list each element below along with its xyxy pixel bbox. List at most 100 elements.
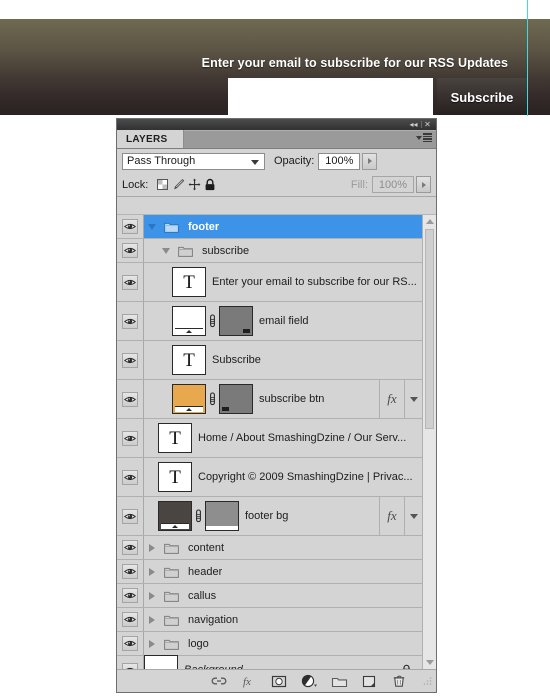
layer-row-body[interactable]: logo — [144, 632, 422, 655]
layer-row-body[interactable]: footer — [144, 215, 422, 238]
chevron-right-icon[interactable] — [144, 543, 160, 552]
layer-thumbnail[interactable]: T — [158, 462, 192, 492]
layer-thumbnail[interactable] — [144, 655, 178, 669]
new-group-icon[interactable] — [330, 672, 348, 690]
layer-visibility-toggle[interactable] — [117, 458, 144, 496]
add-layer-style-icon[interactable]: fx — [240, 672, 258, 690]
panel-titlebar: ◂◂ ✕ — [117, 119, 436, 130]
layer-visibility-toggle[interactable] — [117, 215, 144, 238]
layer-row[interactable]: subscribe — [117, 239, 422, 263]
new-adjustment-layer-icon[interactable] — [300, 672, 318, 690]
layer-thumbnail[interactable]: T — [172, 267, 206, 297]
new-layer-icon[interactable] — [360, 672, 378, 690]
layer-thumbnail[interactable]: T — [158, 423, 192, 453]
layer-visibility-toggle[interactable] — [117, 419, 144, 457]
link-layers-icon[interactable] — [210, 672, 228, 690]
layer-thumbnail[interactable] — [158, 501, 192, 531]
layer-row[interactable]: T Enter your email to subscribe for our … — [117, 263, 422, 302]
layer-row[interactable]: T Home / About SmashingDzine / Our Serv.… — [117, 419, 422, 458]
chevron-down-icon[interactable] — [158, 247, 174, 254]
layer-row-body[interactable]: T Home / About SmashingDzine / Our Serv.… — [144, 419, 422, 457]
layer-thumbnail[interactable] — [172, 306, 206, 336]
chevron-down-icon[interactable] — [404, 497, 422, 535]
opacity-input[interactable]: 100% — [318, 152, 361, 170]
chevron-down-icon — [251, 159, 259, 165]
layer-row[interactable]: header — [117, 560, 422, 584]
layer-mask-thumbnail[interactable] — [205, 501, 239, 531]
email-input[interactable] — [228, 78, 433, 115]
subscribe-button[interactable]: Subscribe — [437, 78, 527, 115]
panel-menu-icon[interactable] — [416, 133, 432, 142]
layer-row-body[interactable]: footer bg fx — [144, 497, 422, 535]
layer-visibility-toggle[interactable] — [117, 608, 144, 631]
layer-visibility-toggle[interactable] — [117, 341, 144, 379]
layer-row-body[interactable]: T Subscribe — [144, 341, 422, 379]
delete-layer-icon[interactable] — [390, 672, 408, 690]
blend-mode-select[interactable]: Pass Through — [122, 152, 265, 170]
layer-row-body[interactable]: email field — [144, 302, 422, 340]
chevron-right-icon[interactable] — [144, 591, 160, 600]
scrollbar-thumb[interactable] — [425, 229, 434, 429]
fill-input[interactable]: 100% — [372, 176, 414, 193]
layer-visibility-toggle[interactable] — [117, 497, 144, 535]
layer-thumbnail[interactable] — [172, 384, 206, 414]
layer-row[interactable]: footer bg fx — [117, 497, 422, 536]
panel-resize-grip[interactable] — [422, 676, 432, 686]
layer-mask-thumbnail[interactable] — [219, 384, 253, 414]
add-layer-mask-icon[interactable] — [270, 672, 288, 690]
tab-layers[interactable]: LAYERS — [117, 130, 184, 148]
layer-thumbnail[interactable]: T — [172, 345, 206, 375]
layer-list[interactable]: footer subscribe T Enter your email to s… — [117, 214, 422, 669]
layer-visibility-toggle[interactable] — [117, 656, 144, 669]
layer-row-body[interactable]: T Enter your email to subscribe for our … — [144, 263, 422, 301]
chevron-right-icon[interactable] — [144, 615, 160, 624]
layer-row[interactable]: logo — [117, 632, 422, 656]
layer-visibility-toggle[interactable] — [117, 560, 144, 583]
layer-row[interactable]: T Copyright © 2009 SmashingDzine | Priva… — [117, 458, 422, 497]
layer-row[interactable]: email field — [117, 302, 422, 341]
layer-row-body[interactable]: Background — [144, 655, 422, 669]
chevron-down-icon[interactable] — [144, 223, 160, 230]
layer-row[interactable]: subscribe btn fx — [117, 380, 422, 419]
layer-row-body[interactable]: subscribe btn fx — [144, 380, 422, 418]
layer-row[interactable]: navigation — [117, 608, 422, 632]
layer-row-body[interactable]: callus — [144, 584, 422, 607]
layer-visibility-toggle[interactable] — [117, 302, 144, 340]
layer-effects-indicator[interactable]: fx — [379, 380, 422, 418]
layer-row-body[interactable]: content — [144, 536, 422, 559]
scroll-up-arrow[interactable] — [423, 215, 436, 228]
collapse-to-icons-icon[interactable]: ◂◂ — [407, 119, 420, 130]
lock-transparent-pixels-icon[interactable] — [154, 177, 170, 192]
layer-visibility-toggle[interactable] — [117, 380, 144, 418]
layer-visibility-toggle[interactable] — [117, 584, 144, 607]
opacity-stepper[interactable] — [362, 152, 378, 170]
layer-visibility-toggle[interactable] — [117, 536, 144, 559]
layer-mask-thumbnail[interactable] — [219, 306, 253, 336]
chevron-right-icon[interactable] — [144, 567, 160, 576]
lock-all-icon[interactable] — [202, 177, 218, 192]
layer-visibility-toggle[interactable] — [117, 239, 144, 262]
layer-effects-indicator[interactable]: fx — [379, 497, 422, 535]
mask-link-icon[interactable] — [192, 509, 205, 523]
mask-link-icon[interactable] — [206, 392, 219, 406]
layer-row[interactable]: content — [117, 536, 422, 560]
layer-row[interactable]: T Subscribe — [117, 341, 422, 380]
layer-row[interactable]: footer — [117, 215, 422, 239]
layer-list-scrollbar[interactable] — [422, 214, 436, 669]
layer-visibility-toggle[interactable] — [117, 632, 144, 655]
layer-row-body[interactable]: subscribe — [144, 239, 422, 262]
layer-visibility-toggle[interactable] — [117, 263, 144, 301]
layer-row[interactable]: Background — [117, 655, 422, 669]
mask-link-icon[interactable] — [206, 314, 219, 328]
fill-stepper[interactable] — [416, 176, 431, 193]
lock-position-icon[interactable] — [186, 177, 202, 192]
layer-row-body[interactable]: navigation — [144, 608, 422, 631]
layer-row-body[interactable]: T Copyright © 2009 SmashingDzine | Priva… — [144, 458, 422, 496]
lock-image-pixels-icon[interactable] — [170, 177, 186, 192]
scroll-down-arrow[interactable] — [423, 656, 436, 669]
chevron-right-icon[interactable] — [144, 639, 160, 648]
layer-row-body[interactable]: header — [144, 560, 422, 583]
chevron-down-icon[interactable] — [404, 380, 422, 418]
close-icon[interactable]: ✕ — [421, 119, 434, 130]
layer-row[interactable]: callus — [117, 584, 422, 608]
